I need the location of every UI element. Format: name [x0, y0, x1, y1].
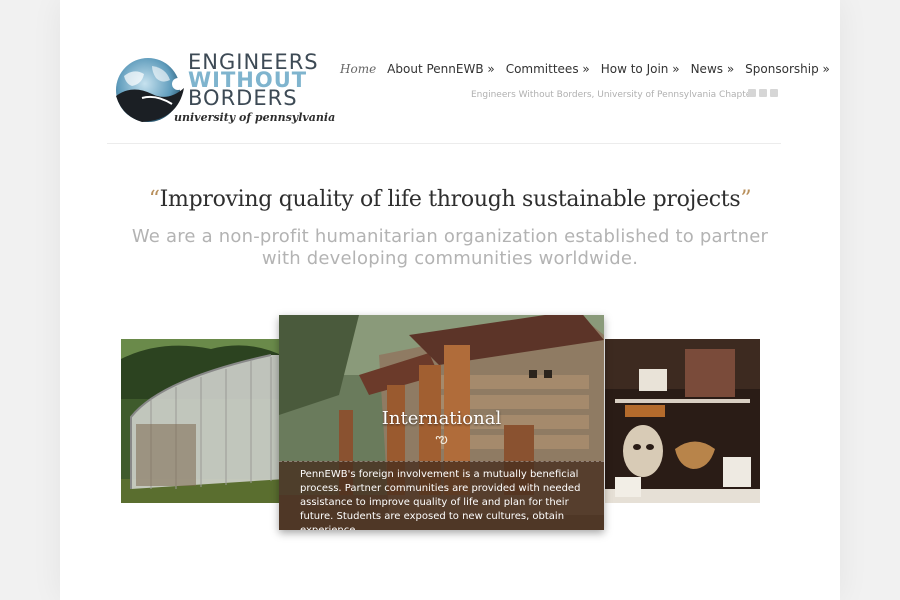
nav-how-to-join[interactable]: How to Join » — [601, 62, 680, 76]
rss-icon[interactable] — [759, 89, 767, 97]
slide-caption-text: PennEWB's foreign involvement is a mutua… — [300, 469, 581, 530]
slide-title: International — [381, 408, 502, 429]
social-links — [748, 89, 778, 97]
logo-line-4: university of pennsylvania — [174, 111, 336, 124]
close-quote-mark: ” — [740, 187, 752, 212]
main-nav: Home About PennEWB » Committees » How to… — [340, 62, 830, 76]
greenhouse-image — [121, 339, 285, 503]
site-logo[interactable]: ENGINEERS WITHOUT BORDERS university of … — [112, 52, 335, 126]
nav-committees[interactable]: Committees » — [506, 62, 590, 76]
header-divider — [107, 143, 781, 144]
hero-quote: “Improving quality of life through susta… — [60, 187, 840, 212]
slide-international[interactable]: International ఌ PennEWB's foreign involv… — [279, 315, 604, 530]
nav-news[interactable]: News » — [691, 62, 735, 76]
twitter-icon[interactable] — [748, 89, 756, 97]
facebook-icon[interactable] — [770, 89, 778, 97]
slide-caption: PennEWB's foreign involvement is a mutua… — [279, 461, 604, 530]
hero-quote-text: Improving quality of life through sustai… — [159, 187, 741, 212]
slide-greenhouse[interactable] — [121, 339, 285, 503]
nav-home[interactable]: Home — [340, 62, 376, 76]
ornament-icon: ఌ — [435, 431, 448, 447]
open-quote-mark: “ — [148, 187, 160, 212]
hero-subtitle: We are a non-profit humanitarian organiz… — [131, 226, 769, 269]
exhibit-image — [605, 339, 760, 503]
nav-about[interactable]: About PennEWB » — [387, 62, 495, 76]
page-container: ENGINEERS WITHOUT BORDERS university of … — [60, 0, 840, 600]
logo-line-3: BORDERS — [188, 86, 298, 110]
slide-exhibit[interactable] — [605, 339, 760, 503]
nav-sponsorship[interactable]: Sponsorship » — [745, 62, 830, 76]
site-tagline: Engineers Without Borders, University of… — [471, 90, 756, 100]
